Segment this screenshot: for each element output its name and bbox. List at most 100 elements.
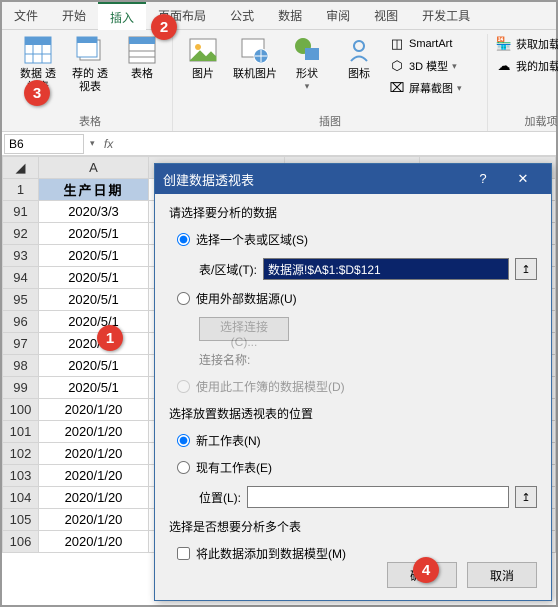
tab-公式[interactable]: 公式 (218, 2, 266, 30)
shapes-button[interactable]: 形状 ▾ (285, 34, 329, 92)
create-pivot-dialog: 创建数据透视表 ? ✕ 请选择要分析的数据 选择一个表或区域(S) 表/区域(T… (154, 163, 552, 601)
tab-插入[interactable]: 插入 (98, 2, 146, 30)
select-all-corner[interactable]: ◢ (3, 157, 39, 179)
row-header[interactable]: 103 (3, 465, 39, 487)
cell[interactable]: 2020/5/1 (39, 311, 149, 333)
row-header[interactable]: 97 (3, 333, 39, 355)
row-header[interactable]: 104 (3, 487, 39, 509)
annotation-badge-4: 4 (413, 557, 439, 583)
online-picture-icon (239, 34, 271, 66)
smartart-button[interactable]: ◫ SmartArt (389, 34, 479, 54)
fx-icon[interactable]: fx (99, 137, 119, 151)
cell[interactable]: 2020/1/20 (39, 487, 149, 509)
tab-开发工具[interactable]: 开发工具 (410, 2, 482, 30)
recommended-pivot-button[interactable]: 荐的 透视表 (68, 34, 112, 94)
collapse-dialog-button[interactable]: ↥ (515, 486, 537, 508)
3d-model-label: 3D 模型 (409, 58, 448, 74)
formula-bar-row: ▾ fx (2, 132, 556, 156)
location-label: 位置(L): (199, 489, 241, 506)
row-header[interactable]: 94 (3, 267, 39, 289)
annotation-badge-3: 3 (24, 80, 50, 106)
row-header[interactable]: 101 (3, 421, 39, 443)
row-header[interactable]: 91 (3, 201, 39, 223)
pivot-table-icon (22, 34, 54, 66)
table-icon (126, 34, 158, 66)
cancel-button[interactable]: 取消 (467, 562, 537, 588)
icons-label: 图标 (348, 68, 370, 81)
column-header[interactable]: A (39, 157, 149, 179)
tab-文件[interactable]: 文件 (2, 2, 50, 30)
cell[interactable]: 2020/5/1 (39, 355, 149, 377)
tab-开始[interactable]: 开始 (50, 2, 98, 30)
row-header[interactable]: 93 (3, 245, 39, 267)
cell[interactable]: 2020/1/20 (39, 443, 149, 465)
cell[interactable]: 2020/1/20 (39, 399, 149, 421)
tab-数据[interactable]: 数据 (266, 2, 314, 30)
picture-button[interactable]: 图片 (181, 34, 225, 81)
online-picture-button[interactable]: 联机图片 (233, 34, 277, 81)
screenshot-button[interactable]: ⌧屏幕截图 ▾ (389, 78, 479, 98)
name-box[interactable] (4, 134, 84, 154)
row-header[interactable]: 99 (3, 377, 39, 399)
connection-name-label: 连接名称: (169, 351, 537, 368)
radio-external[interactable] (177, 292, 190, 305)
ribbon: 数据 透视表 ▾ 荐的 透视表 表格 表格 图片 联机图片 (2, 30, 556, 132)
range-input[interactable] (263, 258, 509, 280)
row-header[interactable]: 92 (3, 223, 39, 245)
row-header[interactable]: 98 (3, 355, 39, 377)
cell[interactable]: 2020/1/20 (39, 465, 149, 487)
cell[interactable]: 2020/1/20 (39, 509, 149, 531)
row-header[interactable]: 105 (3, 509, 39, 531)
row-header[interactable]: 102 (3, 443, 39, 465)
radio-newsheet[interactable] (177, 434, 190, 447)
cell[interactable]: 生产日期 (39, 179, 149, 201)
row-header[interactable]: 100 (3, 399, 39, 421)
get-addins-button[interactable]: 🏪获取加载项 (496, 34, 558, 54)
shapes-label: 形状 (296, 68, 318, 81)
collapse-dialog-button[interactable]: ↥ (515, 258, 537, 280)
name-box-dropdown-icon[interactable]: ▾ (86, 138, 99, 149)
annotation-badge-1: 1 (97, 325, 123, 351)
cell[interactable]: 2020/5/1 (39, 333, 149, 355)
cell[interactable]: 2020/5/1 (39, 223, 149, 245)
tab-审阅[interactable]: 审阅 (314, 2, 362, 30)
smartart-label: SmartArt (409, 38, 452, 50)
cell[interactable]: 2020/5/1 (39, 377, 149, 399)
tab-视图[interactable]: 视图 (362, 2, 410, 30)
radio-select-range[interactable] (177, 233, 190, 246)
row-header[interactable]: 96 (3, 311, 39, 333)
choose-connection-button[interactable]: 选择连接(C)... (199, 317, 289, 341)
group-illustrations-label: 插图 (319, 111, 341, 131)
online-picture-label: 联机图片 (233, 68, 277, 81)
screenshot-label: 屏幕截图 (409, 80, 453, 96)
row-header[interactable]: 95 (3, 289, 39, 311)
dialog-title: 创建数据透视表 (163, 170, 254, 189)
radio-datamodel-label: 使用此工作簿的数据模型(D) (196, 378, 345, 395)
3d-model-button[interactable]: ⬡3D 模型 ▾ (389, 56, 479, 76)
radio-existing-label: 现有工作表(E) (196, 459, 272, 476)
table-button[interactable]: 表格 (120, 34, 164, 81)
row-header[interactable]: 1 (3, 179, 39, 201)
close-button[interactable]: ✕ (503, 164, 543, 194)
section-placement: 选择放置数据透视表的位置 (169, 405, 537, 422)
help-button[interactable]: ? (463, 164, 503, 194)
group-tables-label: 表格 (79, 111, 101, 131)
get-addins-label: 获取加载项 (516, 36, 558, 52)
cell[interactable]: 2020/3/3 (39, 201, 149, 223)
location-input[interactable] (247, 486, 509, 508)
cell[interactable]: 2020/1/20 (39, 531, 149, 553)
row-header[interactable]: 106 (3, 531, 39, 553)
cell[interactable]: 2020/1/20 (39, 421, 149, 443)
cell[interactable]: 2020/5/1 (39, 245, 149, 267)
annotation-badge-2: 2 (151, 14, 177, 40)
radio-existing[interactable] (177, 461, 190, 474)
section-multitable: 选择是否想要分析多个表 (169, 518, 537, 535)
cell[interactable]: 2020/5/1 (39, 289, 149, 311)
my-addins-button[interactable]: ☁我的加载项 ▾ (496, 56, 558, 76)
my-addins-label: 我的加载项 (516, 58, 558, 74)
checkbox-add-datamodel[interactable] (177, 547, 190, 560)
icons-button[interactable]: 图标 (337, 34, 381, 81)
smartart-icon: ◫ (389, 36, 405, 52)
dropdown-icon: ▾ (305, 81, 310, 92)
cell[interactable]: 2020/5/1 (39, 267, 149, 289)
